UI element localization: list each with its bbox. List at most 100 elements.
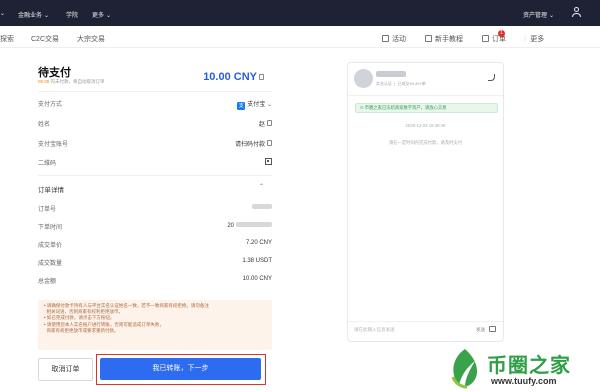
top-nav-item-label: 更多 <box>92 13 105 19</box>
order-time-row: 下单时间 20 <box>38 222 272 231</box>
user-icon[interactable] <box>572 7 581 18</box>
top-nav-item-academy[interactable]: 学院 <box>66 10 78 19</box>
cancel-order-button[interactable]: 取消订单 <box>38 358 93 381</box>
countdown-time: 09:35 <box>38 79 50 84</box>
quantity-row: 成交数量 1.38 USDT <box>38 258 272 267</box>
subnav-item-orders[interactable]: 订单 1 <box>482 30 506 44</box>
copy-icon[interactable] <box>267 120 272 126</box>
watermark-text: 币圈之家 <box>487 353 571 377</box>
notice-text: 如已完成付款，请点击下方按钮。 <box>46 315 115 321</box>
copy-icon[interactable] <box>267 140 272 146</box>
order-count-badge: 1 <box>498 30 505 37</box>
system-message: ⊙ 币圈之家已冻结商家数字资产，请放心交易 <box>355 103 498 113</box>
highlight-box: 我已转账，下一步 <box>96 354 266 385</box>
watermark: 币圈之家 www.tuufy.com <box>445 346 600 392</box>
divider <box>348 321 503 322</box>
page-title: 待支付 <box>38 67 71 79</box>
payee-name: 赵 <box>259 119 272 128</box>
phone-icon[interactable] <box>488 74 495 81</box>
amount-value: 10.00 CNY <box>203 71 257 83</box>
divider <box>38 91 272 92</box>
payment-notice: • 请确保付款卡持有人与平台实名认证姓名一致，若不一致商家有权拒绝。请勿备注 相… <box>38 300 272 350</box>
order-details-title: 订单详情 <box>38 187 64 194</box>
alipay-icon: 支 <box>237 102 246 110</box>
book-icon <box>425 35 432 42</box>
chevron-down-icon: ⌄ <box>44 13 50 19</box>
verified-label: 实名认证 <box>376 81 392 86</box>
merchant-meta: 实名认证 | 已成交69,497单 <box>376 81 426 86</box>
top-nav-bar: ⌄ 金融业务 ⌄ 学院 更多 ⌄ 资产管理 ⌄ <box>0 0 600 26</box>
chat-note: 请在一定时间内完成付款，请及时支付 <box>388 140 463 145</box>
subnav-item-c2c[interactable]: C2C交易 <box>31 34 59 44</box>
top-nav-left-chevron-icon[interactable]: ⌄ <box>0 10 5 17</box>
system-message-text: 币圈之家已冻结商家数字资产，请放心交易 <box>364 105 447 110</box>
subnav-item-tutorial[interactable]: 新手教程 <box>425 34 463 44</box>
unit-price-row: 成交单价 7.20 CNY <box>38 240 272 249</box>
order-number-row: 订单号 <box>38 204 272 213</box>
countdown: 09:35 内未付款，将自动取消订单 <box>38 79 105 85</box>
subnav-item-explore[interactable]: 探索 <box>0 34 14 44</box>
subnav-label: 订单 <box>492 36 506 43</box>
total-amount-value: 10.00 CNY <box>242 276 272 282</box>
image-upload-icon[interactable] <box>489 326 496 332</box>
watermark-url: www.tuufy.com <box>491 376 557 386</box>
payment-amount: 10.00 CNY <box>203 71 264 83</box>
row-label: 二维码 <box>38 161 57 167</box>
chevron-up-icon[interactable]: ⌃ <box>259 183 264 190</box>
payment-method-select[interactable]: 支支付宝 ⌄ <box>237 99 272 110</box>
top-nav-item-label: 金融业务 <box>18 13 43 19</box>
total-amount-row: 总金额 10.00 CNY <box>38 276 272 285</box>
countdown-text: 内未付款，将自动取消订单 <box>50 79 105 84</box>
top-nav-item-finance[interactable]: 金融业务 ⌄ <box>18 10 49 19</box>
avatar <box>354 69 373 88</box>
blurred-value <box>236 222 272 227</box>
order-time-value: 20 <box>227 223 234 229</box>
merchant-name-blurred <box>376 71 406 77</box>
divider-icon: ⁝ <box>524 36 527 43</box>
row-label: 订单号 <box>38 207 57 213</box>
order-number <box>250 204 272 211</box>
gift-icon <box>382 35 389 42</box>
top-nav-item-more[interactable]: 更多 ⌄ <box>92 10 111 19</box>
row-label: 总金额 <box>38 279 57 285</box>
chat-input[interactable]: 请在此输入信息发送 <box>354 327 395 333</box>
send-button[interactable]: 发送 <box>476 327 485 333</box>
chevron-down-icon: ⌄ <box>106 13 112 19</box>
quantity-value: 1.38 USDT <box>242 258 272 264</box>
chevron-down-icon: ⌄ <box>266 102 272 108</box>
unit-price-value: 7.20 CNY <box>245 240 272 246</box>
qr-code-icon <box>265 158 272 165</box>
alipay-account-row: 支付宝账号 请扫码付款 <box>38 139 272 148</box>
asset-management-label: 资产管理 <box>523 13 548 19</box>
qr-code-row: 二维码 <box>38 158 272 167</box>
notice-text: 相关词语，否则商家有权利拒绝放币。 <box>46 309 124 315</box>
sub-nav-bar: 探索 C2C交易 大宗交易 活动 新手教程 订单 1 ⁝ 更多 <box>0 26 600 48</box>
top-nav-item-label: 学院 <box>66 13 79 19</box>
notice-line: 商家有权拒绝放币或要求重新付款。 <box>44 328 266 334</box>
row-label: 支付方式 <box>38 102 63 108</box>
chat-panel: 实名认证 | 已成交69,497单 ⊙ 币圈之家已冻结商家数字资产，请放心交易 … <box>347 62 504 342</box>
subnav-label: 新手教程 <box>435 36 463 43</box>
subnav-label: 活动 <box>392 36 406 43</box>
subnav-item-more[interactable]: ⁝ 更多 <box>524 34 544 44</box>
row-label: 支付宝账号 <box>38 142 69 148</box>
row-label: 成交数量 <box>38 261 63 267</box>
copy-icon[interactable] <box>259 74 264 80</box>
watermark-logo-icon <box>451 349 478 389</box>
row-label: 下单时间 <box>38 225 63 231</box>
confirm-transfer-button[interactable]: 我已转账，下一步 <box>100 358 261 380</box>
subnav-item-bulk[interactable]: 大宗交易 <box>77 34 105 44</box>
alipay-account-value: 请扫码付款 <box>234 142 265 148</box>
payment-method-row: 支付方式 支支付宝 ⌄ <box>38 99 272 110</box>
order-icon <box>482 35 489 42</box>
subnav-item-activity[interactable]: 活动 <box>382 34 406 44</box>
payee-name-row: 姓名 赵 <box>38 119 272 128</box>
asset-management-menu[interactable]: 资产管理 ⌄ <box>523 10 554 19</box>
qr-code-button[interactable] <box>265 158 272 166</box>
blurred-value <box>252 204 272 209</box>
payee-name-value: 赵 <box>258 122 265 128</box>
alipay-account: 请扫码付款 <box>235 139 272 148</box>
order-time: 20 <box>227 222 272 229</box>
chevron-down-icon: ⌄ <box>549 13 555 19</box>
notice-text: 请确保付款卡持有人与平台实名认证姓名一致，若不一致商家有权拒绝。请勿备注 <box>46 303 209 308</box>
